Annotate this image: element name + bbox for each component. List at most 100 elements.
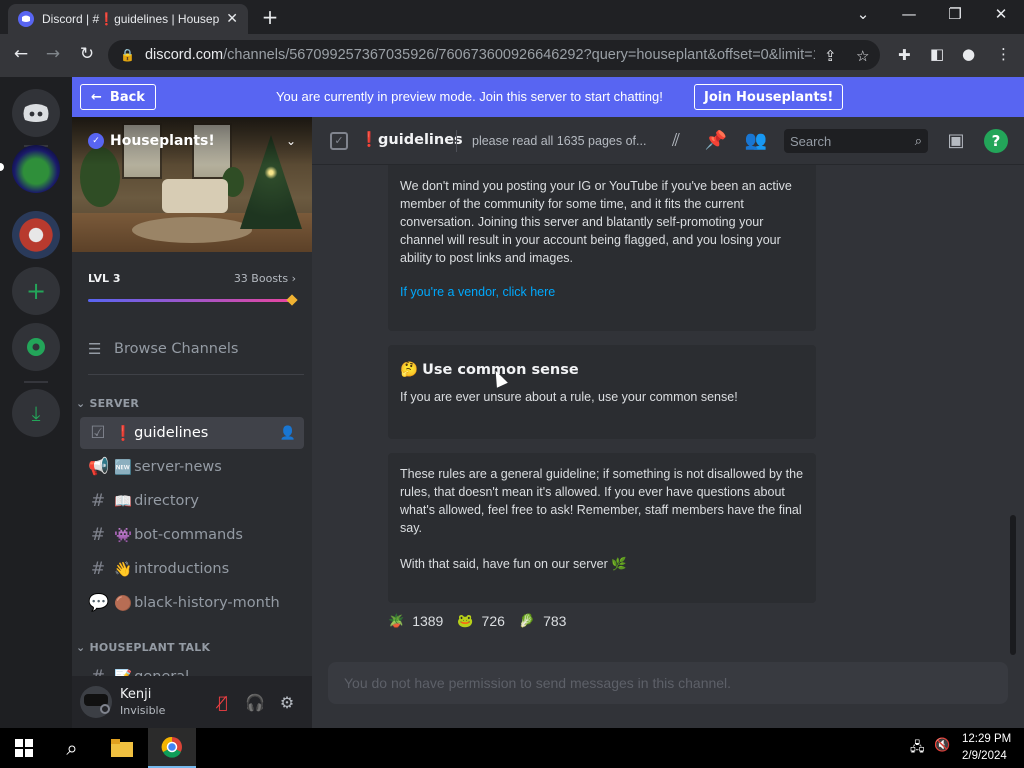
rule-text: We don't mind you posting your IG or You…	[400, 179, 792, 265]
profile-icon[interactable]: ●	[962, 45, 975, 63]
settings-gear-icon[interactable]: ⚙	[276, 693, 298, 712]
lock-icon[interactable]: 🔒	[120, 48, 135, 62]
channel-header: ✓ ❗guidelines please read all 1635 pages…	[312, 117, 1024, 165]
rule-card-common-sense: 🤔 Use common sense If you are ever unsur…	[388, 345, 816, 439]
share-icon[interactable]: ⇪	[824, 47, 837, 65]
header-divider	[456, 130, 457, 152]
member-list-icon[interactable]: 👥	[744, 130, 768, 151]
channel-bot-commands[interactable]: # 👾 bot-commands	[80, 519, 304, 551]
windows-start-icon[interactable]	[0, 728, 48, 768]
menu-kebab-icon[interactable]: ⋮	[996, 45, 1011, 63]
channel-title: ❗guidelines	[360, 132, 463, 148]
back-button[interactable]: ← Back	[80, 84, 156, 110]
category-server[interactable]: ⌄ SERVER	[76, 397, 139, 410]
vendor-link[interactable]: If you're a vendor, click here	[400, 285, 555, 299]
reaction-emoji-icon: 🪴	[388, 613, 405, 628]
close-window-button[interactable]: ✕	[986, 5, 1016, 23]
restore-button[interactable]: ❐	[940, 5, 970, 23]
rule-title: 🤔 Use common sense	[388, 345, 816, 379]
message-scrollbar[interactable]	[1010, 515, 1016, 655]
reload-icon[interactable]: ↻	[76, 44, 98, 64]
pin-icon[interactable]: 📌	[704, 130, 728, 151]
add-server-icon[interactable]: +	[12, 267, 60, 315]
reaction-button[interactable]: 🪴 1389	[388, 609, 443, 633]
tab-title: Discord | #❗guidelines | Houseplants!	[42, 12, 220, 26]
reaction-button[interactable]: 🥬 783	[519, 609, 567, 633]
server-header[interactable]: ✓ Houseplants! ⌄	[72, 117, 312, 165]
system-clock[interactable]: 12:29 PM 2/9/2024	[962, 731, 1011, 765]
megaphone-icon: 📢	[88, 457, 110, 477]
discord-home-icon[interactable]	[12, 89, 60, 137]
channel-guidelines[interactable]: ☑ ❗ guidelines 👤	[80, 417, 304, 449]
channel-name: bot-commands	[134, 527, 243, 543]
bookmark-star-icon[interactable]: ☆	[856, 47, 869, 65]
network-icon[interactable]: 🖧	[910, 738, 925, 760]
new-tab-button[interactable]: +	[258, 5, 282, 29]
composer-placeholder: You do not have permission to send messa…	[344, 675, 732, 691]
explore-compass-icon[interactable]	[12, 323, 60, 371]
message-composer: You do not have permission to send messa…	[328, 662, 1008, 704]
inbox-icon[interactable]: ▣	[944, 130, 968, 151]
forward-arrow-icon[interactable]: →	[42, 44, 64, 64]
volume-muted-icon[interactable]: 🔇	[934, 738, 950, 753]
side-panel-icon[interactable]: ◧	[930, 45, 944, 63]
chrome-taskbar-icon[interactable]	[148, 728, 196, 768]
invite-member-icon[interactable]: 👤	[280, 426, 296, 441]
address-bar[interactable]: 🔒 discord.com/channels/56709925736703592…	[108, 40, 880, 70]
rule-text: With that said, have fun on our server 🌿	[400, 557, 627, 571]
rule-card-final: These rules are a general guideline; if …	[388, 453, 816, 603]
join-server-button[interactable]: Join Houseplants!	[694, 84, 844, 110]
server-dragon-icon[interactable]	[12, 145, 60, 193]
search-placeholder: Search	[790, 133, 832, 149]
sidebar-divider	[88, 374, 304, 375]
file-explorer-icon[interactable]	[98, 728, 146, 768]
threads-icon[interactable]: ⫽	[664, 130, 688, 151]
user-info[interactable]: Kenji Invisible	[120, 687, 165, 717]
rule-text: These rules are a general guideline; if …	[400, 467, 804, 535]
server-piano-icon[interactable]	[12, 211, 60, 259]
rules-icon: ☑	[90, 423, 106, 443]
extensions-icon[interactable]: ✚	[898, 46, 911, 64]
download-icon[interactable]: ⤓	[12, 389, 60, 437]
back-arrow-icon[interactable]: ←	[10, 44, 32, 64]
minimize-button[interactable]: —	[894, 5, 924, 23]
browse-channels-button[interactable]: ☰ Browse Channels	[80, 333, 304, 365]
search-icon[interactable]: ⌕	[48, 728, 96, 768]
forum-icon: 💬	[88, 593, 110, 613]
mute-mic-icon[interactable]: 🎙̸	[212, 693, 234, 712]
category-houseplant-talk[interactable]: ⌄ HOUSEPLANT TALK	[76, 641, 210, 654]
browser-toolbar: ← → ↻ 🔒 discord.com/channels/56709925736…	[0, 34, 1024, 77]
clock-time: 12:29 PM	[962, 733, 1012, 745]
user-status: Invisible	[120, 704, 166, 717]
username: Kenji	[120, 687, 152, 702]
tab-search-icon[interactable]: ⌄	[848, 5, 878, 23]
reaction-button[interactable]: 🐸 726	[457, 609, 505, 633]
channel-name: server-news	[134, 459, 222, 475]
channel-emoji: 🆕	[114, 459, 133, 476]
message-list: We don't mind you posting your IG or You…	[312, 165, 1024, 663]
partner-badge-icon: ✓	[88, 133, 104, 149]
rules-icon: ✓	[330, 132, 348, 150]
chevron-down-icon[interactable]: ⌄	[286, 134, 296, 148]
channel-black-history-month[interactable]: 💬 🟤 black-history-month	[80, 587, 304, 619]
boost-status[interactable]: LVL 3 33 Boosts ›	[88, 272, 296, 285]
channel-server-news[interactable]: 📢 🆕 server-news	[80, 451, 304, 483]
browser-tab-strip: Discord | #❗guidelines | Houseplants! ✕ …	[0, 0, 1024, 34]
reaction-count: 726	[481, 613, 505, 629]
reaction-count: 783	[543, 613, 567, 629]
status-invisible-icon	[100, 704, 110, 714]
channel-emoji: 👋	[114, 561, 133, 578]
channel-directory[interactable]: # 📖 directory	[80, 485, 304, 517]
channel-introductions[interactable]: # 👋 introductions	[80, 553, 304, 585]
browser-tab[interactable]: Discord | #❗guidelines | Houseplants! ✕	[8, 4, 248, 34]
channel-topic[interactable]: please read all 1635 pages of...	[472, 134, 646, 148]
boost-goal-icon	[286, 294, 298, 306]
help-icon[interactable]: ?	[984, 129, 1008, 153]
tab-close-icon[interactable]: ✕	[226, 11, 238, 27]
reaction-emoji-icon: 🥬	[518, 613, 536, 628]
thinking-emoji-icon: 🤔	[400, 362, 419, 378]
search-input[interactable]: Search ⌕	[784, 129, 928, 153]
headphones-icon[interactable]: 🎧	[244, 693, 266, 712]
clock-date: 2/9/2024	[962, 750, 1007, 762]
preview-banner: ← Back You are currently in preview mode.…	[72, 77, 1024, 117]
